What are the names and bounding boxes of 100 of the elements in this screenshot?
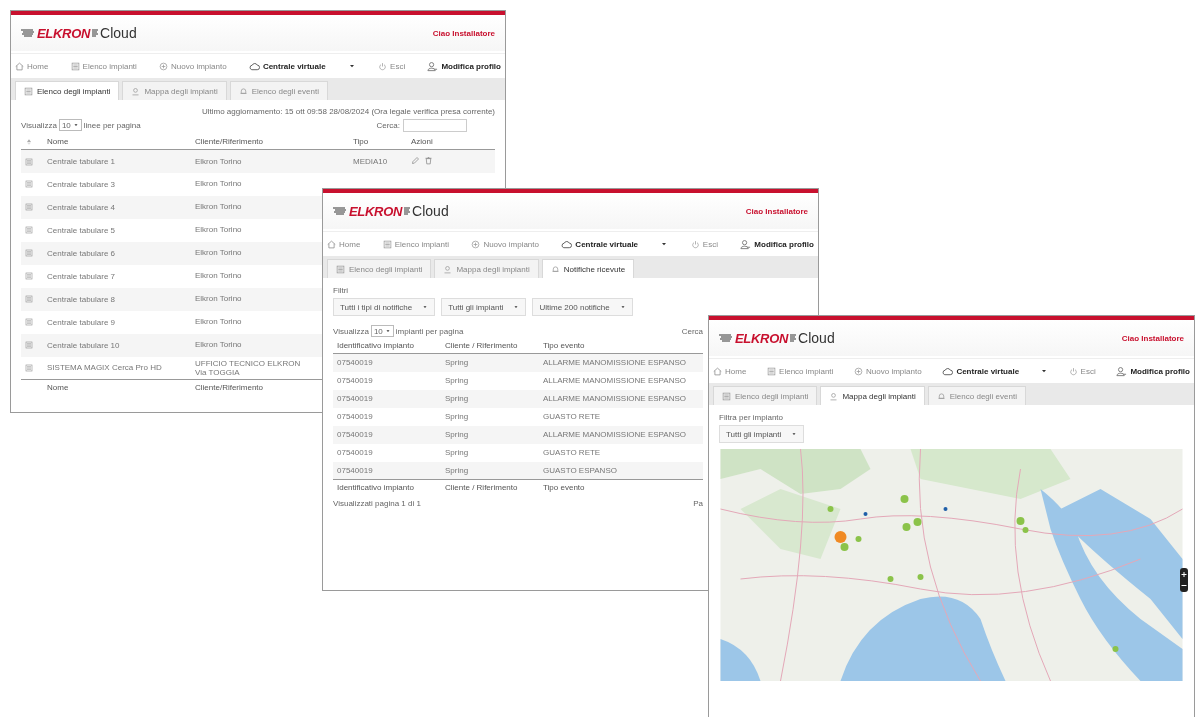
brand-logo-text: ELKRON — [735, 330, 789, 346]
power-icon — [378, 61, 388, 71]
filter-label: Filtri — [333, 286, 349, 295]
nav-item[interactable]: Nuovo impianto — [471, 239, 539, 249]
nav-item[interactable]: Elenco impianti — [767, 366, 834, 376]
list-icon — [25, 249, 33, 258]
caret-icon — [513, 304, 520, 310]
trash-icon[interactable] — [424, 155, 433, 165]
nav-item[interactable]: Centrale virtuale — [942, 365, 1020, 377]
column-footer: Cliente / Riferimento — [445, 483, 518, 492]
nav-item[interactable]: Centrale virtuale — [561, 238, 639, 250]
user-icon — [1116, 365, 1128, 377]
table-cell: Spring — [445, 412, 469, 421]
nav-item[interactable]: Esci — [1068, 366, 1096, 376]
nav-item[interactable]: Home — [327, 239, 361, 249]
power-icon — [690, 239, 700, 249]
column-header[interactable]: Azioni — [411, 137, 433, 146]
table-cell: Spring — [445, 465, 469, 475]
column-footer: Cliente/Riferimento — [195, 383, 264, 392]
nav-item[interactable]: Modifica profilo — [427, 60, 501, 72]
bell-icon — [936, 391, 946, 401]
list-icon — [767, 366, 777, 376]
update-note: Ultimo aggiornamento: 15 ott 09:58 28/08/2024 (Ora legale verifica presa corrente) — [201, 106, 495, 116]
bell-icon — [238, 86, 248, 96]
nav-item[interactable]: Home — [15, 61, 49, 71]
list-icon — [70, 61, 80, 71]
column-header[interactable]: Tipo evento — [543, 341, 585, 350]
list-icon — [25, 318, 33, 327]
table-cell: 07540019 — [337, 376, 373, 385]
greeting-link[interactable]: Ciao Installatore — [1121, 333, 1184, 343]
nav-item[interactable]: Centrale virtuale — [248, 60, 326, 72]
column-header[interactable]: Cliente / Riferimento — [445, 341, 518, 350]
column-header[interactable]: Nome — [47, 137, 69, 146]
filter-dropdown[interactable]: Tutti gli impianti — [719, 425, 805, 443]
plus-icon — [159, 61, 169, 71]
logo-stripes-icon — [92, 28, 99, 38]
page-length-label: impianti per pagina — [395, 326, 464, 336]
tab[interactable]: Notifiche ricevute — [541, 259, 635, 278]
page-length-label: Visualizza — [333, 326, 369, 336]
greeting-link[interactable]: Ciao Installatore — [432, 28, 495, 38]
list-icon — [25, 272, 33, 281]
table-cell: Centrale tabulare 6 — [47, 248, 116, 258]
tab[interactable]: Elenco degli eventi — [927, 386, 1026, 405]
caret-icon — [791, 431, 798, 437]
table-cell: GUASTO RETE — [543, 448, 601, 457]
table-cell: ALLARME MANOMISSIONE ESPANSO — [543, 394, 686, 403]
table-cell: Elkron Torino — [195, 317, 242, 327]
nav-item[interactable]: Modifica profilo — [740, 238, 814, 250]
filter-dropdown[interactable]: Ultime 200 notifiche — [532, 298, 633, 316]
table-info: Visualizzati pagina 1 di 1 — [333, 498, 421, 508]
caret-icon[interactable] — [660, 240, 669, 248]
pin-icon — [443, 264, 453, 274]
pin-icon — [131, 86, 141, 96]
nav-item[interactable]: Esci — [690, 239, 718, 249]
search-field[interactable] — [403, 118, 467, 132]
product-name: Cloud — [798, 330, 835, 346]
table-cell: Centrale tabulare 8 — [47, 294, 116, 304]
page-length-select[interactable]: 10 — [370, 325, 394, 337]
table-cell: Elkron Torino — [195, 271, 242, 281]
table-cell: Elkron Torino — [195, 156, 242, 166]
nav-item[interactable]: Elenco impianti — [70, 61, 137, 71]
zoom-controls-icon[interactable] — [1180, 568, 1188, 592]
filter-dropdown[interactable]: Tutti i tipi di notifiche — [333, 298, 436, 316]
tab[interactable]: Elenco degli impianti — [327, 259, 432, 278]
nav-item[interactable]: Esci — [378, 61, 406, 71]
caret-icon[interactable] — [347, 62, 356, 70]
nav-item[interactable]: Nuovo impianto — [854, 366, 922, 376]
nav-item[interactable]: Modifica profilo — [1116, 365, 1190, 377]
table-cell: ALLARME MANOMISSIONE ESPANSO — [543, 430, 686, 439]
table-cell: Centrale tabulare 1 — [47, 156, 116, 166]
nav-item[interactable]: Nuovo impianto — [159, 61, 227, 71]
filter-dropdown[interactable]: Tutti gli impianti — [441, 298, 527, 316]
sort-icon[interactable] — [25, 137, 33, 146]
tab[interactable]: Elenco degli eventi — [229, 81, 328, 100]
column-header[interactable]: Tipo — [353, 137, 369, 146]
table-cell: Centrale tabulare 4 — [47, 202, 116, 212]
tab[interactable]: Elenco degli impianti — [15, 81, 120, 100]
nav-item[interactable]: Elenco impianti — [382, 239, 449, 249]
caret-icon[interactable] — [1039, 367, 1048, 375]
caret-icon — [72, 122, 79, 128]
tab[interactable]: Elenco degli impianti — [713, 386, 818, 405]
list-icon — [25, 226, 33, 235]
table-cell: Elkron Torino — [195, 202, 242, 212]
nav-item[interactable]: Home — [713, 366, 747, 376]
pencil-icon[interactable] — [411, 155, 420, 165]
column-header[interactable]: Cliente/Riferimento — [195, 137, 264, 146]
greeting-link[interactable]: Ciao Installatore — [745, 206, 808, 216]
table-cell: SISTEMA MAGIX Cerca Pro HD — [47, 363, 162, 373]
list-icon — [722, 391, 731, 401]
page-length-select[interactable]: 10 — [58, 119, 82, 131]
column-header[interactable]: Identificativo impianto — [337, 341, 414, 350]
filter-label: Filtra per impianto — [719, 413, 784, 422]
tab[interactable]: Mappa degli impianti — [122, 81, 227, 100]
table-cell: GUASTO RETE — [543, 412, 601, 421]
tab[interactable]: Mappa degli impianti — [434, 259, 539, 278]
pagination-link[interactable]: Pa — [693, 498, 703, 508]
plus-icon — [854, 366, 864, 376]
column-footer: Nome — [47, 383, 69, 392]
tab[interactable]: Mappa degli impianti — [820, 386, 925, 405]
list-icon — [25, 295, 33, 304]
